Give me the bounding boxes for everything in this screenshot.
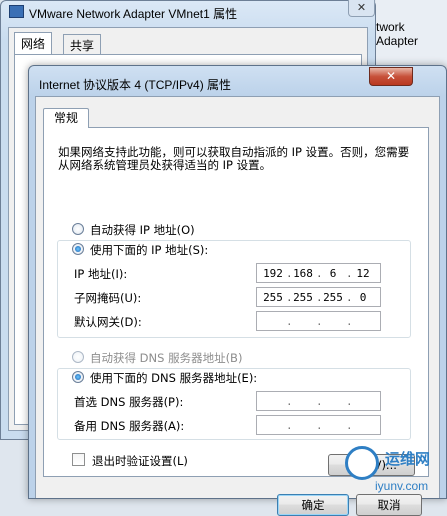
- general-tab-panel: 如果网络支持此功能，则可以获取自动指派的 IP 设置。否则，您需要从网络系统管理…: [43, 127, 429, 477]
- mask-octet-1: 255: [263, 291, 283, 304]
- dns-dot: .: [346, 395, 353, 408]
- ip-octet-4: 12: [356, 267, 370, 280]
- validate-on-exit-label: 退出时验证设置(L): [92, 454, 188, 468]
- manual-ip-label: 使用下面的 IP 地址(S):: [90, 243, 209, 257]
- watermark-url: iyunv.com: [375, 479, 429, 493]
- watermark-circle-icon: [345, 446, 379, 480]
- manual-ip-radio[interactable]: [72, 243, 84, 255]
- dialog-body: 常规 如果网络支持此功能，则可以获取自动指派的 IP 设置。否则，您需要从网络系…: [35, 96, 440, 516]
- close-button[interactable]: ✕: [369, 67, 413, 86]
- auto-ip-label: 自动获得 IP 地址(O): [90, 223, 195, 237]
- dns-dot: .: [286, 395, 293, 408]
- preferred-dns-label: 首选 DNS 服务器(P):: [74, 395, 184, 409]
- tab-sharing[interactable]: 共享: [63, 34, 102, 54]
- ip-octet-3: 6: [329, 267, 337, 280]
- ok-button[interactable]: 确定: [277, 494, 349, 516]
- ipv4-properties-dialog: Internet 协议版本 4 (TCP/IPv4) 属性 ✕ 常规 如果网络支…: [28, 65, 447, 516]
- alternate-dns-label: 备用 DNS 服务器(A):: [74, 419, 185, 433]
- manual-dns-label: 使用下面的 DNS 服务器地址(E):: [90, 371, 258, 385]
- auto-dns-label: 自动获得 DNS 服务器地址(B): [90, 351, 243, 365]
- network-adapter-icon: [9, 5, 24, 18]
- tab-general[interactable]: 常规: [43, 108, 89, 128]
- ip-octet-1: 192: [263, 267, 283, 280]
- tab-network[interactable]: 网络: [14, 32, 53, 54]
- ip-address-field[interactable]: 192 . 168 . 6 . 12: [256, 263, 381, 283]
- dns-dot: .: [316, 419, 323, 432]
- ip-octet-2: 168: [293, 267, 313, 280]
- dns-dot: .: [346, 419, 353, 432]
- background-close-button[interactable]: ✕: [348, 0, 375, 17]
- ip-address-label: IP 地址(I):: [74, 267, 128, 281]
- gateway-dot: .: [346, 315, 353, 328]
- other-window-text: twork Adapter: [376, 20, 419, 48]
- gateway-dot: .: [286, 315, 293, 328]
- manual-dns-radio[interactable]: [72, 371, 84, 383]
- dns-dot: .: [286, 419, 293, 432]
- background-window-title: VMware Network Adapter VMnet1 属性: [29, 7, 238, 21]
- subnet-mask-label: 子网掩码(U):: [74, 291, 142, 305]
- gateway-dot: .: [316, 315, 323, 328]
- mask-octet-4: 0: [359, 291, 367, 304]
- dns-dot: .: [316, 395, 323, 408]
- watermark-logo: 运维网 iyunv.com: [345, 446, 447, 499]
- watermark-title: 运维网: [385, 450, 431, 468]
- auto-ip-radio[interactable]: [72, 223, 84, 235]
- alternate-dns-field[interactable]: . . .: [256, 415, 381, 435]
- default-gateway-label: 默认网关(D):: [74, 315, 142, 329]
- validate-on-exit-checkbox[interactable]: [72, 453, 85, 466]
- description-text: 如果网络支持此功能，则可以获取自动指派的 IP 设置。否则，您需要从网络系统管理…: [58, 145, 410, 172]
- auto-dns-radio[interactable]: [72, 351, 84, 363]
- subnet-mask-field[interactable]: 255 . 255 . 255 . 0: [256, 287, 381, 307]
- dialog-title: Internet 协议版本 4 (TCP/IPv4) 属性: [39, 78, 232, 92]
- mask-octet-2: 255: [293, 291, 313, 304]
- preferred-dns-field[interactable]: . . .: [256, 391, 381, 411]
- default-gateway-field[interactable]: . . .: [256, 311, 381, 331]
- mask-octet-3: 255: [323, 291, 343, 304]
